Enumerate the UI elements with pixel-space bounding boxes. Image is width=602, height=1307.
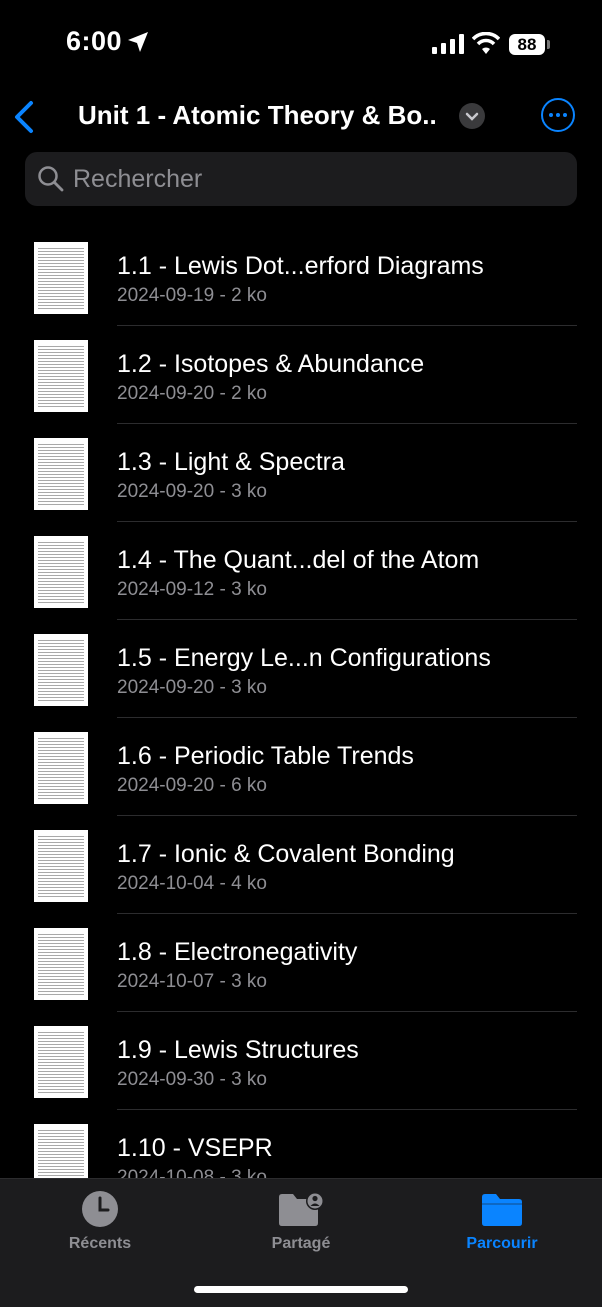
search-icon xyxy=(38,166,64,192)
file-list: 1.1 - Lewis Dot...erford Diagrams 2024-0… xyxy=(0,228,602,1178)
file-name: 1.7 - Ionic & Covalent Bonding xyxy=(117,840,455,868)
file-row[interactable]: 1.8 - Electronegativity 2024-10-07 - 3 k… xyxy=(0,914,602,1012)
file-row[interactable]: 1.2 - Isotopes & Abundance 2024-09-20 - … xyxy=(0,326,602,424)
file-row[interactable]: 1.5 - Energy Le...n Configurations 2024-… xyxy=(0,620,602,718)
battery-tip xyxy=(547,40,550,49)
file-meta: 2024-10-04 - 4 ko xyxy=(117,873,267,894)
wifi-icon xyxy=(472,32,500,54)
shared-folder-icon xyxy=(279,1192,324,1226)
document-thumbnail xyxy=(34,1026,88,1098)
document-thumbnail xyxy=(34,536,88,608)
file-row[interactable]: 1.1 - Lewis Dot...erford Diagrams 2024-0… xyxy=(0,228,602,326)
folder-title: Unit 1 - Atomic Theory & Bo... xyxy=(78,100,438,130)
tab-label: Récents xyxy=(68,1235,132,1252)
file-meta: 2024-10-08 - 3 ko xyxy=(117,1167,267,1178)
file-name: 1.10 - VSEPR xyxy=(117,1134,273,1162)
ellipsis-dot xyxy=(549,113,553,117)
document-thumbnail xyxy=(34,438,88,510)
document-thumbnail xyxy=(34,340,88,412)
clock-icon xyxy=(82,1191,118,1227)
file-name: 1.5 - Energy Le...n Configurations xyxy=(117,644,491,672)
file-row[interactable]: 1.3 - Light & Spectra 2024-09-20 - 3 ko xyxy=(0,424,602,522)
document-thumbnail xyxy=(34,634,88,706)
chevron-down-icon xyxy=(465,112,479,121)
file-meta: 2024-09-20 - 3 ko xyxy=(117,481,267,502)
document-thumbnail xyxy=(34,242,88,314)
file-row[interactable]: 1.4 - The Quant...del of the Atom 2024-0… xyxy=(0,522,602,620)
document-thumbnail xyxy=(34,1124,88,1178)
ellipsis-dot xyxy=(563,113,567,117)
tab-recents[interactable]: Récents xyxy=(10,1179,190,1269)
tab-label: Partagé xyxy=(271,1235,331,1252)
file-name: 1.9 - Lewis Structures xyxy=(117,1036,359,1064)
file-meta: 2024-09-19 - 2 ko xyxy=(117,285,267,306)
search-placeholder: Rechercher xyxy=(73,165,203,193)
search-field[interactable]: Rechercher xyxy=(25,152,577,206)
ellipsis-dot xyxy=(556,113,560,117)
file-name: 1.1 - Lewis Dot...erford Diagrams xyxy=(117,252,484,280)
file-row[interactable]: 1.10 - VSEPR 2024-10-08 - 3 ko xyxy=(0,1110,602,1178)
file-row[interactable]: 1.7 - Ionic & Covalent Bonding 2024-10-0… xyxy=(0,816,602,914)
tab-label: Parcourir xyxy=(466,1235,538,1252)
file-row[interactable]: 1.9 - Lewis Structures 2024-09-30 - 3 ko xyxy=(0,1012,602,1110)
file-name: 1.2 - Isotopes & Abundance xyxy=(117,350,425,378)
file-meta: 2024-09-20 - 6 ko xyxy=(117,775,267,796)
document-thumbnail xyxy=(34,732,88,804)
back-chevron-icon[interactable] xyxy=(12,100,36,134)
cellular-signal-icon xyxy=(432,34,464,54)
title-menu-button[interactable] xyxy=(459,103,485,129)
file-name: 1.6 - Periodic Table Trends xyxy=(117,742,414,770)
navigation-bar: Unit 1 - Atomic Theory & Bo... xyxy=(0,90,602,142)
more-options-button[interactable] xyxy=(541,98,575,132)
home-indicator[interactable] xyxy=(194,1286,408,1293)
folder-icon xyxy=(482,1194,522,1226)
tab-shared[interactable]: Partagé xyxy=(211,1179,391,1269)
file-row[interactable]: 1.6 - Periodic Table Trends 2024-09-20 -… xyxy=(0,718,602,816)
file-name: 1.8 - Electronegativity xyxy=(117,938,358,966)
file-meta: 2024-09-20 - 3 ko xyxy=(117,677,267,698)
document-thumbnail xyxy=(34,928,88,1000)
battery-indicator: 88 xyxy=(509,34,545,55)
status-time: 6:00 xyxy=(66,26,123,56)
file-meta: 2024-09-20 - 2 ko xyxy=(117,383,267,404)
document-thumbnail xyxy=(34,830,88,902)
file-meta: 2024-09-12 - 3 ko xyxy=(117,579,267,600)
file-meta: 2024-09-30 - 3 ko xyxy=(117,1069,267,1090)
file-name: 1.4 - The Quant...del of the Atom xyxy=(117,546,480,574)
location-arrow-icon xyxy=(128,32,148,52)
tab-browse[interactable]: Parcourir xyxy=(412,1179,592,1269)
status-bar: 6:00 88 xyxy=(0,0,602,90)
file-meta: 2024-10-07 - 3 ko xyxy=(117,971,267,992)
file-name: 1.3 - Light & Spectra xyxy=(117,448,345,476)
